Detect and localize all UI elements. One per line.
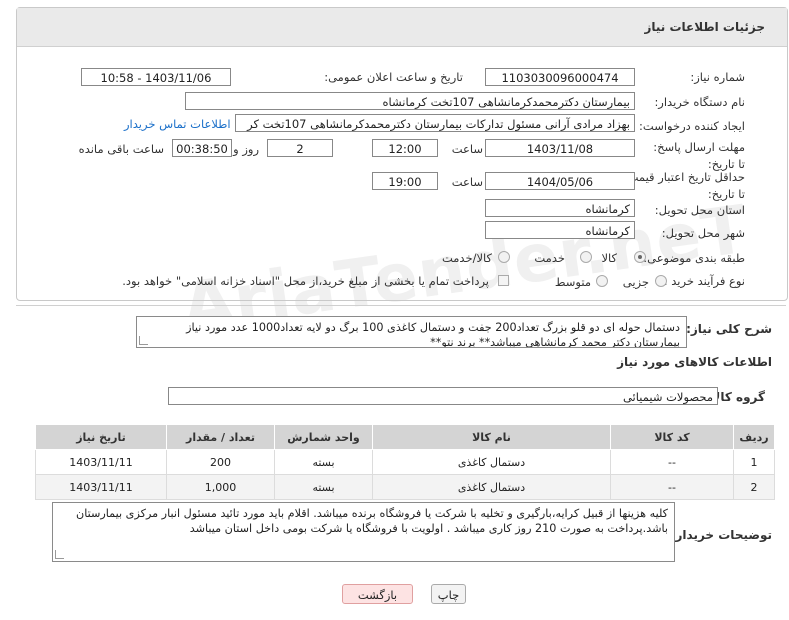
print-button[interactable]: چاپ — [431, 584, 466, 604]
col-row-number: ردیف — [733, 424, 775, 450]
cell-need-date: 1403/11/11 — [35, 474, 167, 500]
table-header-row: ردیف کد کالا نام کالا واحد شمارش تعداد /… — [35, 424, 775, 450]
cell-unit: بسته — [274, 449, 373, 475]
buyer-contact-link[interactable]: اطلاعات تماس خریدار — [124, 117, 231, 131]
resize-handle-icon[interactable] — [55, 550, 64, 559]
validity-time-label: ساعت — [451, 175, 483, 189]
time-remaining-label: ساعت باقی مانده — [78, 142, 164, 156]
time-remaining-field[interactable]: 00:38:50 — [172, 139, 232, 157]
summary-label: شرح کلی نیاز: — [686, 322, 772, 336]
process-radio-medium[interactable] — [596, 275, 608, 287]
summary-textarea[interactable]: دستمال حوله ای دو قلو بزرگ تعداد200 جفت … — [136, 316, 687, 348]
city-field[interactable]: کرمانشاه — [485, 221, 635, 239]
col-goods-code: کد کالا — [610, 424, 734, 450]
goods-table: ردیف کد کالا نام کالا واحد شمارش تعداد /… — [35, 424, 775, 500]
need-number-label: شماره نیاز: — [690, 70, 745, 84]
buyer-notes-textarea[interactable]: کلیه هزینها از قبیل کرایه،بارگیری و تخلی… — [52, 502, 675, 562]
city-label: شهر محل تحویل: — [661, 226, 745, 240]
deadline-label: مهلت ارسال پاسخ: تا تاریخ: — [653, 140, 745, 171]
days-label: روز و — [233, 142, 259, 156]
validity-time-field[interactable]: 19:00 — [372, 172, 438, 190]
province-field[interactable]: کرمانشاه — [485, 199, 635, 217]
col-quantity: تعداد / مقدار — [166, 424, 275, 450]
cell-goods-code: -- — [610, 474, 734, 500]
table-row[interactable]: 2 -- دستمال کاغذی بسته 1,000 1403/11/11 — [35, 474, 775, 500]
summary-text: دستمال حوله ای دو قلو بزرگ تعداد200 جفت … — [186, 321, 680, 348]
process-option-medium: متوسط — [554, 275, 591, 289]
buyer-org-label: نام دستگاه خریدار: — [654, 95, 745, 109]
days-remaining-field[interactable]: 2 — [267, 139, 333, 157]
requester-label: ایجاد کننده درخواست: — [639, 119, 745, 133]
goods-group-field[interactable]: محصولات شیمیائی — [168, 387, 718, 405]
col-unit: واحد شمارش — [274, 424, 373, 450]
resize-handle-icon[interactable] — [139, 336, 148, 345]
need-number-field[interactable]: 1103030096000474 — [485, 68, 635, 86]
category-option-goods-service: کالا/خدمت — [441, 251, 492, 265]
category-option-service: خدمت — [534, 251, 565, 265]
buyer-notes-text: کلیه هزینها از قبیل کرایه،بارگیری و تخلی… — [75, 507, 668, 535]
cell-quantity: 1,000 — [166, 474, 275, 500]
cell-goods-name: دستمال کاغذی — [372, 449, 611, 475]
deadline-time-field[interactable]: 12:00 — [372, 139, 438, 157]
category-radio-service[interactable] — [580, 251, 592, 263]
treasury-payment-note: پرداخت تمام یا بخشی از مبلغ خرید،از محل … — [122, 274, 489, 288]
announce-date-label: تاریخ و ساعت اعلان عمومی: — [324, 70, 463, 84]
process-option-minor: جزیی — [622, 275, 649, 289]
buyer-notes-label: توضیحات خریدار: — [670, 528, 772, 542]
process-radio-minor[interactable] — [655, 275, 667, 287]
validity-date-field[interactable]: 1404/05/06 — [485, 172, 635, 190]
requester-field[interactable]: بهزاد مرادی آرانی مسئول تدارکات بیمارستا… — [235, 114, 635, 132]
panel-title: جزئیات اطلاعات نیاز — [644, 20, 765, 34]
cell-unit: بسته — [274, 474, 373, 500]
category-radio-goods[interactable] — [634, 251, 646, 263]
cell-goods-name: دستمال کاغذی — [372, 474, 611, 500]
process-type-label: نوع فرآیند خرید : — [663, 274, 745, 288]
cell-goods-code: -- — [610, 449, 734, 475]
cell-row-number: 1 — [733, 449, 775, 475]
back-button[interactable]: بازگشت — [342, 584, 413, 604]
province-label: استان محل تحویل: — [654, 203, 745, 217]
cell-need-date: 1403/11/11 — [35, 449, 167, 475]
panel-header: جزئیات اطلاعات نیاز — [17, 8, 787, 47]
col-need-date: تاریخ نیاز — [35, 424, 167, 450]
category-radio-goods-service[interactable] — [498, 251, 510, 263]
table-row[interactable]: 1 -- دستمال کاغذی بسته 200 1403/11/11 — [35, 449, 775, 475]
cell-quantity: 200 — [166, 449, 275, 475]
deadline-date-field[interactable]: 1403/11/08 — [485, 139, 635, 157]
buyer-org-field[interactable]: بیمارستان دکترمحمدکرمانشاهی 107تخت کرمان… — [185, 92, 635, 110]
announce-date-field[interactable]: 1403/11/06 - 10:58 — [81, 68, 231, 86]
goods-info-title: اطلاعات کالاهای مورد نیاز — [617, 355, 772, 369]
treasury-payment-checkbox[interactable] — [498, 275, 509, 286]
category-option-goods: کالا — [601, 251, 617, 265]
deadline-time-label: ساعت — [451, 142, 483, 156]
col-goods-name: نام کالا — [372, 424, 611, 450]
cell-row-number: 2 — [733, 474, 775, 500]
category-label: طبقه بندی موضوعی: — [643, 251, 745, 265]
